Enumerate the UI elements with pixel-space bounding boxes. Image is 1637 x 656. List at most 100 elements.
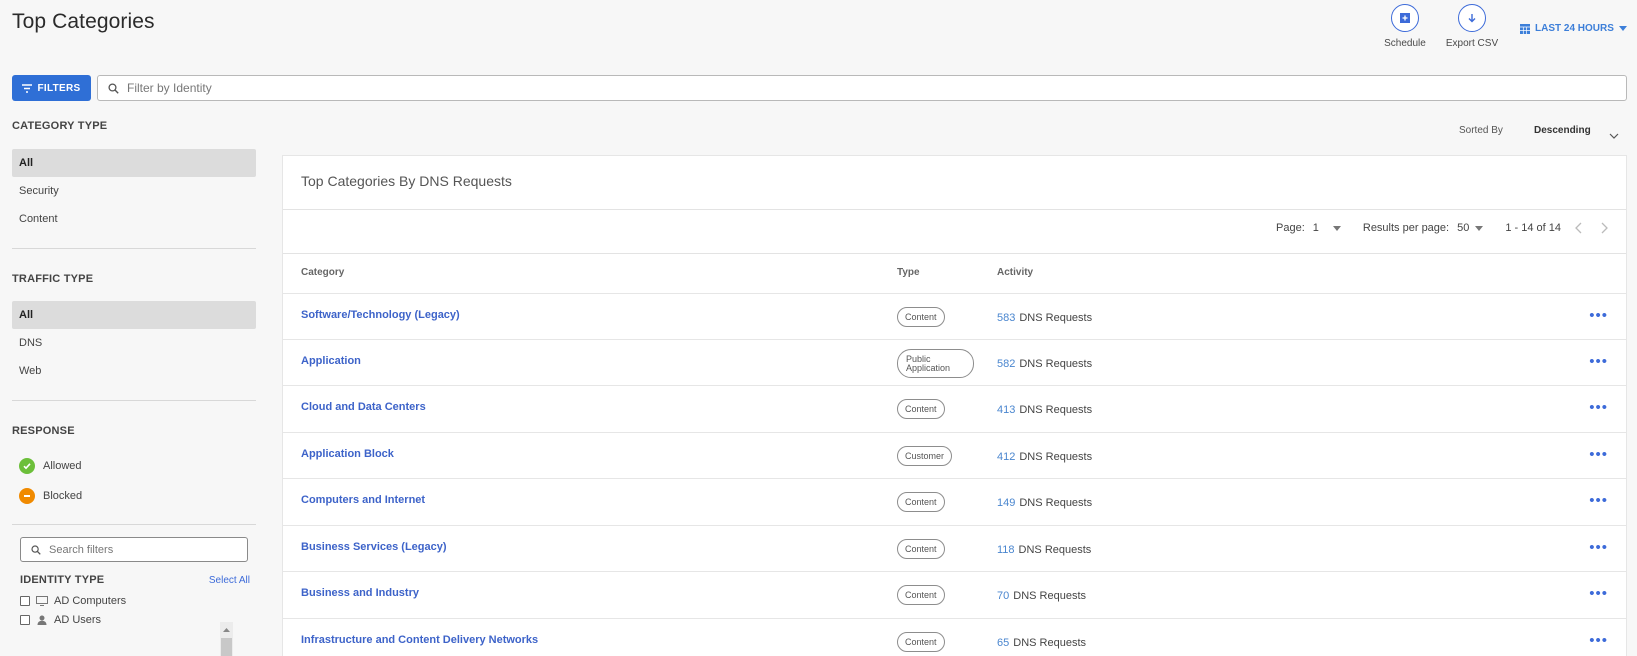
more-options-icon[interactable]: ••• xyxy=(1589,632,1608,649)
caret-down-icon[interactable] xyxy=(1475,225,1484,231)
caret-down-icon[interactable] xyxy=(1332,225,1341,231)
category-link[interactable]: Business and Industry xyxy=(301,587,419,599)
divider xyxy=(12,524,256,525)
table-row[interactable]: Application Public Application 582 DNS Re… xyxy=(283,339,1626,385)
schedule-button[interactable]: Schedule xyxy=(1370,4,1440,49)
filters-button[interactable]: FILTERS xyxy=(12,75,91,101)
checkbox[interactable] xyxy=(20,614,30,625)
type-badge: Public Application xyxy=(897,349,974,378)
type-badge: Content xyxy=(897,632,945,652)
table-row[interactable]: Infrastructure and Content Delivery Netw… xyxy=(283,618,1626,656)
more-options-icon[interactable]: ••• xyxy=(1589,307,1608,324)
chevron-down-icon[interactable] xyxy=(1609,133,1619,139)
request-count[interactable]: 149 xyxy=(997,497,1015,509)
scrollbar-thumb[interactable] xyxy=(221,638,232,656)
activity-unit: DNS Requests xyxy=(1019,497,1093,509)
category-link[interactable]: Business Services (Legacy) xyxy=(301,541,447,553)
identity-type-ad-computers[interactable]: AD Computers xyxy=(12,591,256,610)
table-row[interactable]: Application Block Customer 412 DNS Reques… xyxy=(283,432,1626,478)
request-count[interactable]: 412 xyxy=(997,451,1015,463)
identity-list-scrollbar[interactable] xyxy=(220,622,233,656)
sorted-by-label: Sorted By xyxy=(1459,125,1503,136)
category-type-security[interactable]: Security xyxy=(12,177,256,205)
response-allowed[interactable]: Allowed xyxy=(12,451,256,481)
category-link[interactable]: Software/Technology (Legacy) xyxy=(301,309,460,321)
identity-filter xyxy=(97,75,1627,101)
table-row[interactable]: Business Services (Legacy) Content 118 DN… xyxy=(283,525,1626,571)
column-header-type[interactable]: Type xyxy=(897,267,920,278)
select-all-link[interactable]: Select All xyxy=(209,575,250,586)
chevron-right-icon[interactable] xyxy=(1600,222,1608,234)
category-type-content[interactable]: Content xyxy=(12,205,256,233)
traffic-type-all[interactable]: All xyxy=(12,301,256,329)
column-header-activity[interactable]: Activity xyxy=(997,267,1033,278)
page-select[interactable]: 1 xyxy=(1313,222,1319,234)
calendar-add-icon xyxy=(1391,4,1419,32)
request-count[interactable]: 70 xyxy=(997,590,1009,602)
type-badge: Customer xyxy=(897,446,953,466)
request-count[interactable]: 582 xyxy=(997,358,1015,370)
page-title: Top Categories xyxy=(12,10,155,33)
activity-cell: 65 DNS Requests xyxy=(997,637,1086,649)
search-icon xyxy=(31,544,41,555)
table-row[interactable]: Software/Technology (Legacy) Content 583… xyxy=(283,293,1626,339)
table-row[interactable]: Computers and Internet Content 149 DNS Re… xyxy=(283,478,1626,524)
checkbox[interactable] xyxy=(20,595,30,606)
type-badge: Content xyxy=(897,399,945,419)
more-options-icon[interactable]: ••• xyxy=(1589,539,1608,556)
export-csv-label: Export CSV xyxy=(1445,38,1499,49)
category-type-all[interactable]: All xyxy=(12,149,256,177)
search-filters-input[interactable] xyxy=(49,543,247,556)
identity-type-label: AD Users xyxy=(54,613,102,626)
type-badge: Content xyxy=(897,585,945,605)
table-row[interactable]: Business and Industry Content 70 DNS Requ… xyxy=(283,571,1626,617)
divider xyxy=(283,209,1626,210)
pagination: Page: 1 Results per page: 50 1 - 14 of 1… xyxy=(1276,222,1608,234)
category-link[interactable]: Application Block xyxy=(301,448,394,460)
activity-cell: 149 DNS Requests xyxy=(997,497,1092,509)
identity-filter-input[interactable] xyxy=(127,81,1626,95)
traffic-type-web[interactable]: Web xyxy=(12,357,256,385)
category-link[interactable]: Infrastructure and Content Delivery Netw… xyxy=(301,634,538,646)
results-per-page-select[interactable]: 50 xyxy=(1457,222,1469,234)
request-count[interactable]: 65 xyxy=(997,637,1009,649)
more-options-icon[interactable]: ••• xyxy=(1589,585,1608,602)
response-blocked-label: Blocked xyxy=(43,490,83,502)
category-link[interactable]: Cloud and Data Centers xyxy=(301,401,426,413)
activity-unit: DNS Requests xyxy=(1013,590,1087,602)
divider xyxy=(12,400,256,401)
identity-type-title: IDENTITY TYPE xyxy=(20,574,105,586)
activity-cell: 583 DNS Requests xyxy=(997,312,1092,324)
activity-cell: 118 DNS Requests xyxy=(997,544,1091,556)
sort-order-value[interactable]: Descending xyxy=(1534,125,1591,136)
activity-unit: DNS Requests xyxy=(1019,312,1093,324)
activity-unit: DNS Requests xyxy=(1018,544,1092,556)
download-icon xyxy=(1458,4,1486,32)
column-header-category[interactable]: Category xyxy=(301,267,344,278)
request-count[interactable]: 413 xyxy=(997,404,1015,416)
activity-cell: 412 DNS Requests xyxy=(997,451,1092,463)
divider xyxy=(12,248,256,249)
response-blocked[interactable]: Blocked xyxy=(12,481,256,511)
table-row[interactable]: Cloud and Data Centers Content 413 DNS Re… xyxy=(283,385,1626,431)
time-range-dropdown[interactable]: LAST 24 HOURS xyxy=(1520,23,1627,34)
category-link[interactable]: Computers and Internet xyxy=(301,494,425,506)
more-options-icon[interactable]: ••• xyxy=(1589,492,1608,509)
activity-unit: DNS Requests xyxy=(1019,451,1093,463)
category-link[interactable]: Application xyxy=(301,355,361,367)
time-range-label: LAST 24 HOURS xyxy=(1535,23,1614,34)
chevron-left-icon[interactable] xyxy=(1575,222,1583,234)
activity-unit: DNS Requests xyxy=(1019,358,1093,370)
top-categories-panel: Top Categories By DNS Requests Page: 1 R… xyxy=(282,155,1627,656)
filter-icon xyxy=(22,83,33,93)
more-options-icon[interactable]: ••• xyxy=(1589,353,1608,370)
category-type-title: CATEGORY TYPE xyxy=(12,120,108,132)
activity-unit: DNS Requests xyxy=(1019,404,1093,416)
request-count[interactable]: 583 xyxy=(997,312,1015,324)
page-label: Page: xyxy=(1276,222,1305,234)
traffic-type-dns[interactable]: DNS xyxy=(12,329,256,357)
more-options-icon[interactable]: ••• xyxy=(1589,399,1608,416)
request-count[interactable]: 118 xyxy=(997,544,1015,556)
export-csv-button[interactable]: Export CSV xyxy=(1437,4,1507,49)
more-options-icon[interactable]: ••• xyxy=(1589,446,1608,463)
